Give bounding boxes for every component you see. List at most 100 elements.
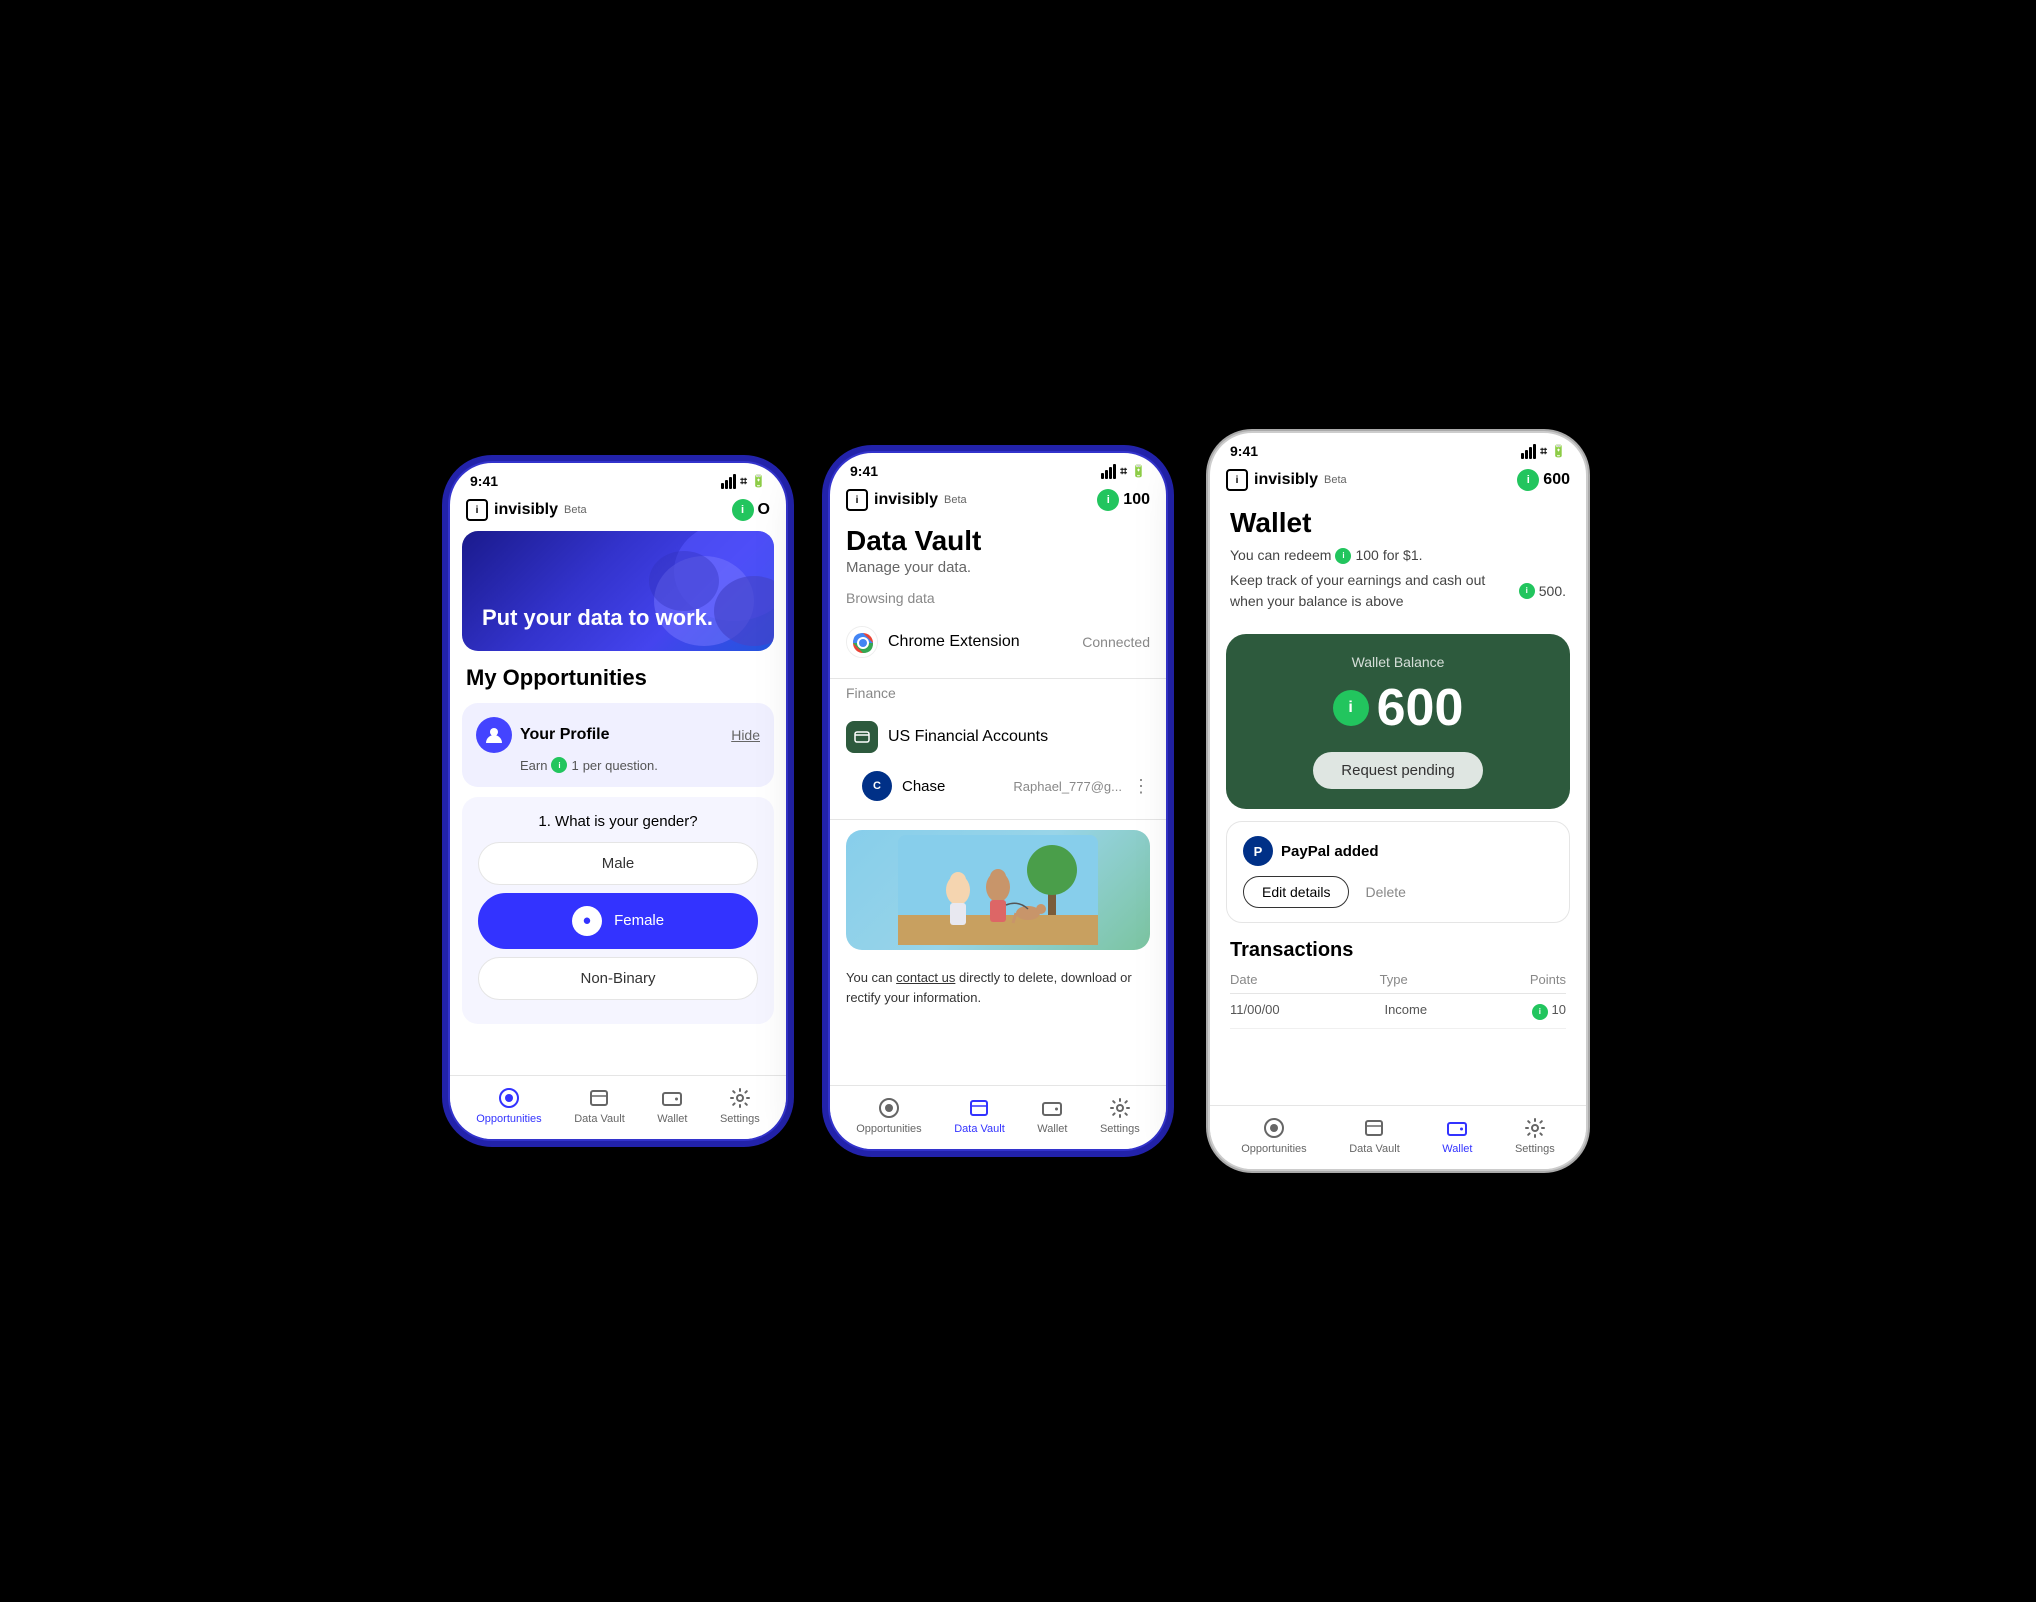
bottom-nav-3: Opportunities Data Vault Wallet Settings — [1210, 1105, 1586, 1169]
nav-settings-1[interactable]: Settings — [720, 1086, 760, 1125]
nav-settings-2[interactable]: Settings — [1100, 1096, 1140, 1135]
paypal-name: PayPal added — [1281, 843, 1379, 860]
time-3: 9:41 — [1230, 443, 1258, 459]
status-bar-3: 9:41 ⌗ 🔋 — [1210, 433, 1586, 463]
logo-text-1: invisibly — [494, 501, 558, 519]
coin-balance-icon: i — [1333, 690, 1369, 726]
tx-date-header: Date — [1230, 972, 1257, 987]
points-value-1: O — [758, 501, 770, 519]
beta-badge-2: Beta — [944, 494, 967, 506]
contact-text: You can contact us directly to delete, d… — [830, 960, 1166, 1021]
datavault-nav-icon-1 — [587, 1086, 611, 1110]
coin-icon-1: i — [732, 499, 754, 521]
finance-section: Finance US Financial Accounts C Chase Ra… — [830, 685, 1166, 809]
battery-icon-2: 🔋 — [1131, 464, 1146, 478]
wallet-balance-label: Wallet Balance — [1246, 654, 1550, 670]
transaction-row: 11/00/00 Income i 10 — [1230, 994, 1566, 1029]
status-bar-2: 9:41 ⌗ 🔋 — [830, 453, 1166, 483]
nav-datavault-1[interactable]: Data Vault — [574, 1086, 625, 1125]
nav-opportunities-1[interactable]: Opportunities — [476, 1086, 541, 1125]
hero-text: Put your data to work. — [482, 605, 713, 631]
wifi-icon-1: ⌗ — [740, 474, 747, 489]
finance-item: US Financial Accounts — [846, 711, 1150, 763]
coin-desc-1: i — [1335, 548, 1351, 564]
opportunities-nav-icon-1 — [497, 1086, 521, 1110]
settings-nav-icon-2 — [1108, 1096, 1132, 1120]
signal-icon-1 — [721, 474, 736, 489]
tx-coin-icon: i — [1532, 1004, 1548, 1020]
finance-name: US Financial Accounts — [888, 728, 1150, 746]
answer-male[interactable]: Male — [478, 842, 758, 885]
nav-datavault-2[interactable]: Data Vault — [954, 1096, 1005, 1135]
three-dots-menu[interactable]: ⋮ — [1132, 776, 1150, 797]
nav-opportunities-2[interactable]: Opportunities — [856, 1096, 921, 1135]
wifi-icon-3: ⌗ — [1540, 444, 1547, 459]
people-illustration — [898, 835, 1098, 945]
bottom-nav-2: Opportunities Data Vault Wallet Settings — [830, 1085, 1166, 1149]
wifi-icon-2: ⌗ — [1120, 464, 1127, 479]
chase-name: Chase — [902, 778, 1003, 795]
profile-icon — [484, 725, 504, 745]
paypal-icon: P — [1243, 836, 1273, 866]
nav-wallet-2[interactable]: Wallet — [1037, 1096, 1067, 1135]
edit-details-button[interactable]: Edit details — [1243, 876, 1349, 908]
chrome-name: Chrome Extension — [888, 633, 1072, 651]
wallet-nav-icon-1 — [660, 1086, 684, 1110]
points-badge-1: i O — [732, 499, 770, 521]
status-bar-1: 9:41 ⌗ 🔋 — [450, 463, 786, 493]
wallet-desc-2: Keep track of your earnings and cash out… — [1210, 570, 1586, 622]
paypal-card: P PayPal added Edit details Delete — [1226, 821, 1570, 923]
opportunities-nav-icon-2 — [877, 1096, 901, 1120]
chase-item: C Chase Raphael_777@g... ⋮ — [846, 763, 1150, 809]
nav-datavault-3[interactable]: Data Vault — [1349, 1116, 1400, 1155]
points-badge-2: i 100 — [1097, 489, 1150, 511]
nav-wallet-1[interactable]: Wallet — [657, 1086, 687, 1125]
opportunities-title: My Opportunities — [450, 665, 786, 703]
divider-1 — [830, 678, 1166, 679]
profile-name: Your Profile — [520, 726, 610, 744]
coin-icon-3: i — [1517, 469, 1539, 491]
points-badge-3: i 600 — [1517, 469, 1570, 491]
chrome-status: Connected — [1082, 634, 1150, 650]
browsing-section: Browsing data Chrome Extension — [830, 590, 1166, 668]
delete-button[interactable]: Delete — [1365, 876, 1405, 908]
status-icons-1: ⌗ 🔋 — [721, 474, 766, 489]
earn-text: Earn i 1 per question. — [520, 757, 760, 773]
logo-area-2: i invisibly Beta — [846, 489, 967, 511]
time-1: 9:41 — [470, 473, 498, 489]
wallet-balance-amount: i 600 — [1246, 678, 1550, 738]
time-2: 9:41 — [850, 463, 878, 479]
status-icons-3: ⌗ 🔋 — [1521, 444, 1566, 459]
logo-text-3: invisibly — [1254, 471, 1318, 489]
wallet-desc-1: You can redeem i 100 for $1. — [1210, 545, 1586, 570]
chase-icon: C — [862, 771, 892, 801]
chase-email: Raphael_777@g... — [1013, 779, 1122, 794]
answer-nonbinary[interactable]: Non-Binary — [478, 957, 758, 1000]
finance-icon — [846, 721, 878, 753]
coin-icon-2: i — [1097, 489, 1119, 511]
logo-text-2: invisibly — [874, 491, 938, 509]
phone-3: 9:41 ⌗ 🔋 i invisibly Beta i 60 — [1208, 431, 1588, 1171]
answer-female[interactable]: ● Female — [478, 893, 758, 949]
hero-banner: Put your data to work. — [462, 531, 774, 651]
request-pending-button[interactable]: Request pending — [1313, 752, 1482, 789]
wallet-title: Wallet — [1210, 501, 1586, 545]
selected-dot: ● — [572, 906, 602, 936]
tx-points-header: Points — [1530, 972, 1566, 987]
wallet-nav-icon-3 — [1445, 1116, 1469, 1140]
profile-header: Your Profile Hide — [476, 717, 760, 753]
logo-area-1: i invisibly Beta — [466, 499, 587, 521]
finance-label: Finance — [846, 685, 1150, 701]
transactions-title: Transactions — [1230, 939, 1566, 962]
hide-button[interactable]: Hide — [731, 727, 760, 743]
datavault-subtitle: Manage your data. — [830, 559, 1166, 590]
contact-us-link[interactable]: contact us — [896, 970, 955, 985]
tx-type-header: Type — [1380, 972, 1408, 987]
nav-settings-3[interactable]: Settings — [1515, 1116, 1555, 1155]
settings-nav-icon-1 — [728, 1086, 752, 1110]
battery-icon-1: 🔋 — [751, 474, 766, 488]
question-text: 1. What is your gender? — [478, 813, 758, 830]
nav-opportunities-3[interactable]: Opportunities — [1241, 1116, 1306, 1155]
signal-icon-3 — [1521, 444, 1536, 459]
nav-wallet-3[interactable]: Wallet — [1442, 1116, 1472, 1155]
